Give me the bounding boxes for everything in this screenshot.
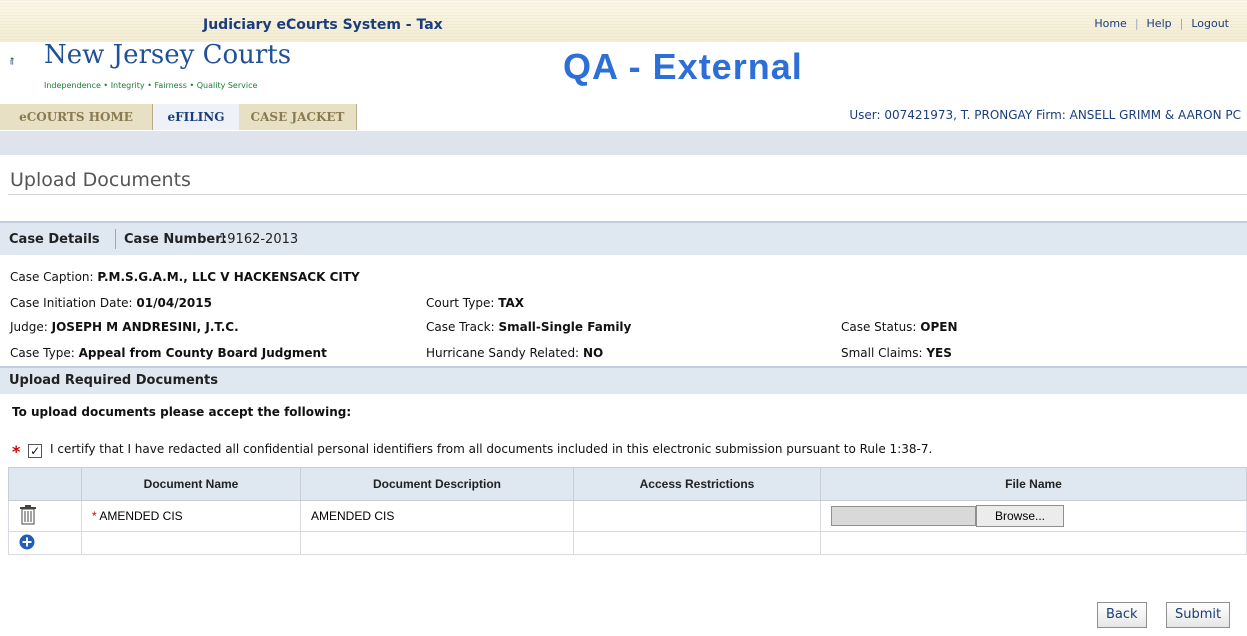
header-file-name: File Name <box>820 467 1247 501</box>
certify-row: * ✓ I certify that I have redacted all c… <box>12 442 932 461</box>
header-document-name: Document Name <box>81 467 301 501</box>
certify-checkbox[interactable]: ✓ <box>28 444 43 458</box>
back-button[interactable]: Back <box>1097 602 1147 628</box>
browse-button[interactable]: Browse... <box>976 505 1065 527</box>
judge: Judge: JOSEPH M ANDRESINI, J.T.C. <box>10 320 239 334</box>
status-value: OPEN <box>920 320 958 334</box>
document-name-cell: * AMENDED CIS <box>81 500 301 532</box>
initiation-label: Case Initiation Date: <box>10 296 133 310</box>
logout-link[interactable]: Logout <box>1183 17 1237 30</box>
page-title: Upload Documents <box>10 169 191 191</box>
upload-section-label: Upload Required Documents <box>9 373 219 388</box>
add-cell <box>8 531 82 555</box>
court-type-value: TAX <box>498 296 525 310</box>
tab-efiling[interactable]: eFILING <box>152 104 240 130</box>
document-description: AMENDED CIS <box>300 500 574 532</box>
delete-cell <box>8 500 82 532</box>
hurricane-sandy: Hurricane Sandy Related: NO <box>426 346 603 360</box>
case-number-label: Case Number: <box>124 232 227 247</box>
case-status: Case Status: OPEN <box>841 320 958 334</box>
case-type-label: Case Type: <box>10 346 75 360</box>
table-row: * AMENDED CIS AMENDED CIS Browse... <box>8 500 1247 532</box>
file-path-field[interactable] <box>831 506 976 526</box>
case-type: Case Type: Appeal from County Board Judg… <box>10 346 327 360</box>
status-label: Case Status: <box>841 320 917 334</box>
certify-text: I certify that I have redacted all confi… <box>50 442 933 456</box>
tab-ecourts-home[interactable]: eCOURTS HOME <box>0 104 153 130</box>
add-row <box>8 531 1247 555</box>
title-divider <box>8 194 1247 195</box>
top-links: Home | Help | Logout <box>1086 17 1237 30</box>
document-name: AMENDED CIS <box>99 509 183 523</box>
access-restrictions <box>573 500 821 532</box>
judge-value: JOSEPH M ANDRESINI, J.T.C. <box>51 320 239 334</box>
accept-instruction: To upload documents please accept the fo… <box>12 405 352 419</box>
initiation-value: 01/04/2015 <box>136 296 212 310</box>
logo-tagline: Independence • Integrity • Fairness • Qu… <box>44 81 258 90</box>
header-separator <box>115 229 116 249</box>
case-initiation-date: Case Initiation Date: 01/04/2015 <box>10 296 212 310</box>
small-claims: Small Claims: YES <box>841 346 952 360</box>
empty-cell <box>81 531 301 555</box>
case-details-label: Case Details <box>9 232 100 247</box>
sub-nav-band <box>0 131 1247 155</box>
logo-text: New Jersey Courts <box>44 40 292 70</box>
track-value: Small-Single Family <box>498 320 632 334</box>
header-access-restrictions: Access Restrictions <box>573 467 821 501</box>
small-claims-label: Small Claims: <box>841 346 923 360</box>
table-header-row: Document Name Document Description Acces… <box>8 467 1247 501</box>
case-caption: Case Caption: P.M.S.G.A.M., LLC V HACKEN… <box>10 270 360 284</box>
court-type: Court Type: TAX <box>426 296 524 310</box>
hurricane-value: NO <box>582 346 604 360</box>
link-separator: | <box>1134 17 1139 30</box>
add-icon[interactable] <box>19 534 35 550</box>
header-action <box>8 467 82 501</box>
user-info: User: 007421973, T. PRONGAY Firm: ANSELL… <box>849 108 1241 122</box>
case-caption-label: Case Caption: <box>10 270 94 284</box>
empty-cell <box>573 531 821 555</box>
header-texture <box>0 0 1247 42</box>
file-name-cell: Browse... <box>820 500 1247 532</box>
case-track: Case Track: Small-Single Family <box>426 320 631 334</box>
environment-title: QA - External <box>563 46 803 87</box>
track-label: Case Track: <box>426 320 495 334</box>
case-type-value: Appeal from County Board Judgment <box>78 346 327 360</box>
header-document-description: Document Description <box>300 467 574 501</box>
small-claims-value: YES <box>926 346 952 360</box>
hurricane-label: Hurricane Sandy Related: <box>426 346 580 360</box>
documents-table: Document Name Document Description Acces… <box>8 467 1247 555</box>
empty-cell <box>300 531 574 555</box>
required-marker: * <box>12 442 21 461</box>
judge-label: Judge: <box>10 320 48 334</box>
system-title: Judiciary eCourts System - Tax <box>203 17 443 33</box>
case-number-value: 19162-2013 <box>219 232 299 247</box>
trash-icon[interactable] <box>19 504 37 525</box>
nj-courts-logo <box>10 57 14 65</box>
case-caption-value: P.M.S.G.A.M., LLC V HACKENSACK CITY <box>97 270 360 284</box>
home-link[interactable]: Home <box>1086 17 1134 30</box>
empty-cell <box>820 531 1247 555</box>
court-type-label: Court Type: <box>426 296 495 310</box>
help-link[interactable]: Help <box>1139 17 1180 30</box>
submit-button[interactable]: Submit <box>1166 602 1231 628</box>
tab-case-jacket[interactable]: CASE JACKET <box>239 104 357 130</box>
